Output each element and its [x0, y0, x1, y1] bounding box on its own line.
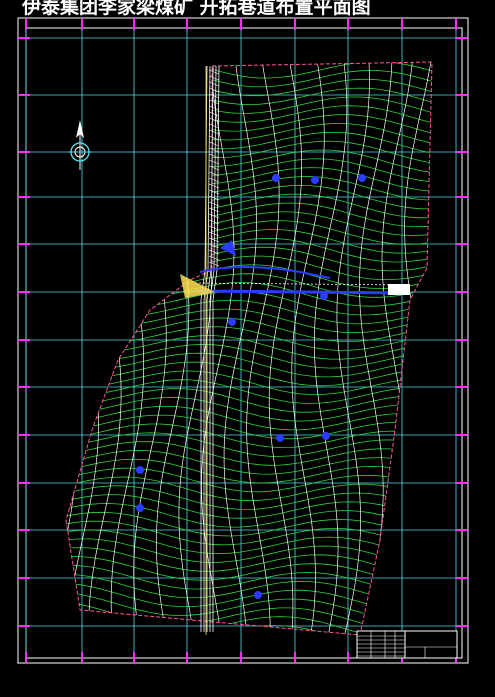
roadway-point	[322, 432, 330, 440]
roadway-point	[136, 466, 144, 474]
roadway-point	[358, 174, 366, 182]
title-block-frame	[356, 630, 458, 659]
roadway-end-marker	[388, 284, 410, 295]
roadway-point	[311, 176, 319, 184]
roadway-point	[254, 591, 262, 599]
drawing-title: 伊泰集团李家梁煤矿 开拓巷道布置平面图	[22, 0, 371, 18]
mine-plan-drawing	[0, 0, 495, 693]
roadway-point	[228, 318, 236, 326]
title-block	[356, 630, 458, 659]
drawing-canvas: 伊泰集团李家梁煤矿 开拓巷道布置平面图	[0, 0, 495, 693]
roadway-point	[136, 504, 144, 512]
roadway-point	[272, 174, 280, 182]
roadway-point	[320, 292, 328, 300]
roadway-point	[276, 434, 284, 442]
main-roadway	[194, 289, 411, 295]
